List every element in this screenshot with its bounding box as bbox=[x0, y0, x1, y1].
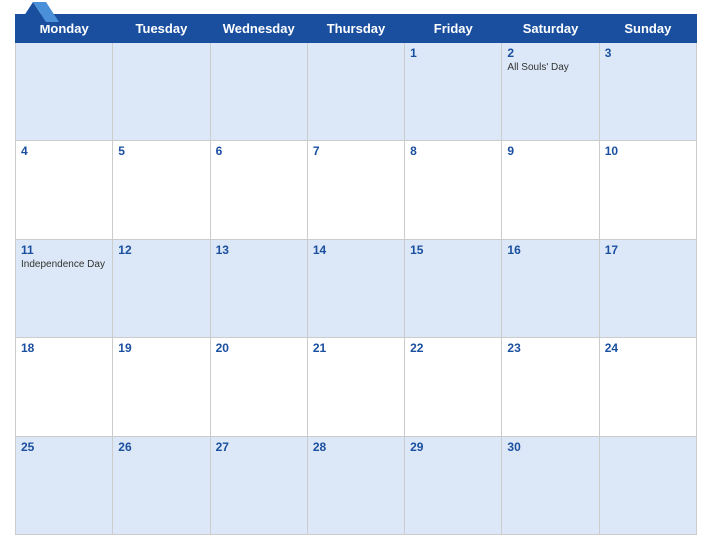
day-number: 23 bbox=[507, 341, 593, 355]
calendar-day-cell: 18 bbox=[16, 338, 113, 436]
calendar-day-cell: 8 bbox=[405, 141, 502, 239]
day-number: 18 bbox=[21, 341, 107, 355]
day-number: 9 bbox=[507, 144, 593, 158]
day-number: 27 bbox=[216, 440, 302, 454]
calendar-day-cell: 14 bbox=[307, 239, 404, 337]
logo bbox=[15, 0, 65, 26]
calendar-body: 12 All Souls' Day 3 456789 10 11 Independence … bbox=[16, 43, 697, 535]
logo-icon bbox=[15, 0, 65, 26]
calendar-week-row: 11 Independence Day 12 13 14 15 16 17 bbox=[16, 239, 697, 337]
calendar-day-cell: 10 bbox=[599, 141, 696, 239]
day-number: 12 bbox=[118, 243, 204, 257]
calendar-day-cell bbox=[210, 43, 307, 141]
calendar-day-cell: 13 bbox=[210, 239, 307, 337]
calendar-day-cell: 3 bbox=[599, 43, 696, 141]
calendar-day-cell: 24 bbox=[599, 338, 696, 436]
day-of-week-header: Thursday bbox=[307, 15, 404, 43]
day-of-week-header: Sunday bbox=[599, 15, 696, 43]
calendar-day-cell: 30 bbox=[502, 436, 599, 534]
calendar-day-cell: 21 bbox=[307, 338, 404, 436]
day-number: 14 bbox=[313, 243, 399, 257]
day-of-week-header: Friday bbox=[405, 15, 502, 43]
day-of-week-header: Tuesday bbox=[113, 15, 210, 43]
calendar-day-cell bbox=[599, 436, 696, 534]
calendar-day-cell: 20 bbox=[210, 338, 307, 436]
calendar-day-cell: 26 bbox=[113, 436, 210, 534]
day-number: 3 bbox=[605, 46, 691, 60]
day-number: 25 bbox=[21, 440, 107, 454]
calendar-day-cell: 23 bbox=[502, 338, 599, 436]
day-number: 8 bbox=[410, 144, 496, 158]
day-number: 4 bbox=[21, 144, 107, 158]
calendar-day-cell: 22 bbox=[405, 338, 502, 436]
calendar-day-cell: 1 bbox=[405, 43, 502, 141]
calendar-day-cell: 12 bbox=[113, 239, 210, 337]
calendar-day-cell: 4 bbox=[16, 141, 113, 239]
day-number: 24 bbox=[605, 341, 691, 355]
calendar-day-cell: 17 bbox=[599, 239, 696, 337]
calendar-day-cell: 2 All Souls' Day bbox=[502, 43, 599, 141]
day-number: 28 bbox=[313, 440, 399, 454]
calendar-day-cell: 28 bbox=[307, 436, 404, 534]
calendar-day-cell bbox=[113, 43, 210, 141]
day-number: 21 bbox=[313, 341, 399, 355]
day-number: 26 bbox=[118, 440, 204, 454]
day-of-week-header: Saturday bbox=[502, 15, 599, 43]
days-of-week-row: MondayTuesdayWednesdayThursdayFridaySatu… bbox=[16, 15, 697, 43]
calendar-day-cell: 29 bbox=[405, 436, 502, 534]
calendar-table: MondayTuesdayWednesdayThursdayFridaySatu… bbox=[15, 14, 697, 535]
calendar-day-cell: 25 bbox=[16, 436, 113, 534]
calendar-day-cell: 5 bbox=[113, 141, 210, 239]
day-number: 22 bbox=[410, 341, 496, 355]
day-number: 11 bbox=[21, 243, 107, 257]
day-number: 19 bbox=[118, 341, 204, 355]
holiday-text: All Souls' Day bbox=[507, 62, 593, 74]
day-number: 2 bbox=[507, 46, 593, 60]
day-number: 5 bbox=[118, 144, 204, 158]
calendar-day-cell: 16 bbox=[502, 239, 599, 337]
calendar-day-cell: 6 bbox=[210, 141, 307, 239]
calendar-day-cell: 27 bbox=[210, 436, 307, 534]
day-number: 10 bbox=[605, 144, 691, 158]
day-number: 29 bbox=[410, 440, 496, 454]
holiday-text: Independence Day bbox=[21, 259, 107, 271]
day-number: 16 bbox=[507, 243, 593, 257]
calendar-day-cell bbox=[16, 43, 113, 141]
calendar-day-cell: 9 bbox=[502, 141, 599, 239]
day-number: 30 bbox=[507, 440, 593, 454]
calendar-week-row: 25 26 27 28 29 30 bbox=[16, 436, 697, 534]
day-number: 15 bbox=[410, 243, 496, 257]
calendar-day-cell: 7 bbox=[307, 141, 404, 239]
calendar-header-row: MondayTuesdayWednesdayThursdayFridaySatu… bbox=[16, 15, 697, 43]
day-number: 13 bbox=[216, 243, 302, 257]
day-of-week-header: Wednesday bbox=[210, 15, 307, 43]
calendar-week-row: 18 19 20 21 22 23 24 bbox=[16, 338, 697, 436]
calendar-day-cell bbox=[307, 43, 404, 141]
calendar-day-cell: 19 bbox=[113, 338, 210, 436]
day-number: 1 bbox=[410, 46, 496, 60]
day-number: 7 bbox=[313, 144, 399, 158]
day-number: 17 bbox=[605, 243, 691, 257]
calendar-week-row: 12 All Souls' Day 3 bbox=[16, 43, 697, 141]
calendar-day-cell: 15 bbox=[405, 239, 502, 337]
calendar-week-row: 456789 10 bbox=[16, 141, 697, 239]
day-number: 20 bbox=[216, 341, 302, 355]
day-number: 6 bbox=[216, 144, 302, 158]
calendar-day-cell: 11 Independence Day bbox=[16, 239, 113, 337]
